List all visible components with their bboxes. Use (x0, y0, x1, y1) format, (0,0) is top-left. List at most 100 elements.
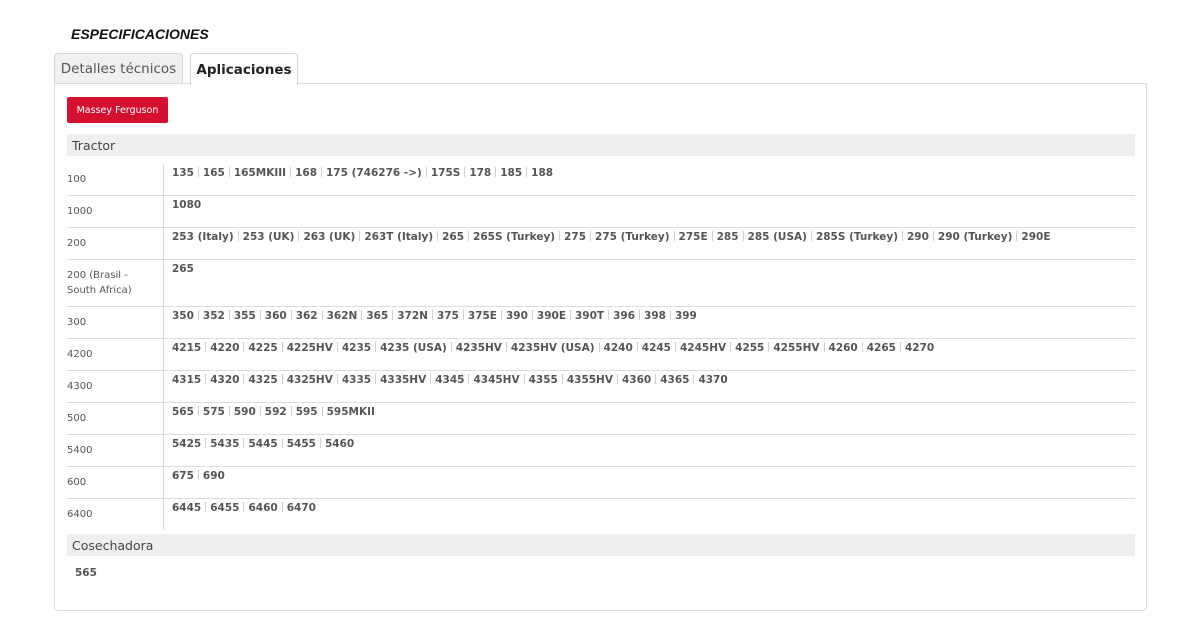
model-item: 4220 (210, 342, 240, 354)
model-item: 372N (397, 310, 428, 322)
model-item: 390 (505, 310, 528, 322)
model-item: 4245HV (680, 342, 727, 354)
model-item: 4325 (248, 374, 278, 386)
model-item: 168 (295, 167, 317, 179)
model-item: 6460 (248, 502, 278, 514)
model-item: 565 (75, 567, 97, 579)
model-item: 4235 (341, 342, 372, 354)
model-item: 4365 (660, 374, 690, 386)
model-item: 4355 (528, 374, 558, 386)
model-item: 6455 (210, 502, 240, 514)
table-row: 4200 4215 4220 4225 4225HV 4235 4235 (USA) 4235… (67, 339, 1135, 371)
model-list: 1080 (164, 196, 1135, 227)
group-header-tractor: Tractor (67, 134, 1135, 156)
model-list: 675 690 (164, 467, 1135, 498)
series-label: 200 (Brasil - South Africa) (67, 260, 164, 306)
model-list: 565 575 590 592 595 595MKII (164, 403, 1135, 434)
model-list: 4315 4320 4325 4325HV 4335 4335HV 4345 4345HV 43… (164, 371, 1135, 402)
model-item: 4215 (172, 342, 202, 354)
model-item: 253 (UK) (242, 231, 295, 243)
model-item: 360 (264, 310, 287, 322)
model-item: 165MKIII (233, 167, 287, 179)
model-item: 4240 (603, 342, 633, 354)
table-row: 1000 1080 (67, 196, 1135, 228)
model-item: 4315 (172, 374, 202, 386)
brand-filter-button[interactable]: Massey Ferguson (67, 97, 168, 123)
series-label: 500 (67, 403, 164, 434)
model-item: 4320 (210, 374, 240, 386)
model-list: 265 (164, 260, 1135, 306)
cosechadora-model-list: 565 (75, 567, 101, 579)
model-item: 4255 (735, 342, 765, 354)
series-label: 600 (67, 467, 164, 498)
model-item: 285 (USA) (747, 231, 807, 243)
model-item: 4235 (USA) (380, 342, 447, 354)
table-row: 4300 4315 4320 4325 4325HV 4335 4335HV 4345 4345… (67, 371, 1135, 403)
model-item: 4225 (248, 342, 278, 354)
model-item: 263T (Italy) (364, 231, 434, 243)
model-item: 285S (Turkey) (815, 231, 898, 243)
model-item: 4270 (904, 342, 935, 354)
model-item: 4345 (435, 374, 465, 386)
model-item: 275 (Turkey) (595, 231, 670, 243)
tab-detalles-tecnicos[interactable]: Detalles técnicos (54, 53, 183, 83)
model-item: 275 (564, 231, 587, 243)
model-item: 5435 (210, 438, 240, 450)
series-label: 4300 (67, 371, 164, 402)
model-item: 265S (Turkey) (473, 231, 556, 243)
model-item: 590 (233, 406, 256, 418)
model-item: 592 (264, 406, 287, 418)
model-list: 253 (Italy) 253 (UK) 263 (UK) 263T (Italy) 2… (164, 228, 1135, 259)
model-list: 350 352 355 360 362 362N 365 372N 375 375E 390 390E… (164, 307, 1135, 338)
model-item: 595 (295, 406, 318, 418)
model-item: 595MKII (326, 406, 375, 418)
model-item: 1080 (172, 199, 202, 211)
model-item: 4235HV (455, 342, 502, 354)
model-item: 399 (674, 310, 697, 322)
series-label: 200 (67, 228, 164, 259)
model-item: 4370 (698, 374, 728, 386)
model-item: 375E (467, 310, 497, 322)
model-item: 265 (172, 263, 194, 275)
series-label: 300 (67, 307, 164, 338)
model-item: 355 (233, 310, 256, 322)
series-label: 1000 (67, 196, 164, 227)
model-item: 5425 (172, 438, 202, 450)
model-item: 4260 (828, 342, 858, 354)
table-row: 200 (Brasil - South Africa) 265 (67, 260, 1135, 307)
model-item: 390E (536, 310, 566, 322)
series-label: 100 (67, 164, 164, 195)
model-item: 4245 (641, 342, 671, 354)
model-item: 285 (716, 231, 739, 243)
model-item: 175 (746276 ->) (326, 167, 422, 179)
model-list: 135 165 165MKIII 168 175 (746276 ->) 175S 178 1… (164, 164, 1135, 195)
model-item: 362N (326, 310, 358, 322)
model-item: 4355HV (566, 374, 613, 386)
model-item: 265 (442, 231, 465, 243)
table-row: 500 565 575 590 592 595 595MKII (67, 403, 1135, 435)
model-item: 4335HV (380, 374, 427, 386)
section-title: ESPECIFICACIONES (71, 26, 209, 42)
model-item: 253 (Italy) (172, 231, 234, 243)
table-row: 200 253 (Italy) 253 (UK) 263 (UK) 263T (Ital… (67, 228, 1135, 260)
model-item: 4325HV (286, 374, 333, 386)
applications-table: 100 135 165 165MKIII 168 175 (746276 ->) 175S 1… (67, 164, 1135, 530)
model-item: 375 (436, 310, 459, 322)
tab-aplicaciones[interactable]: Aplicaciones (190, 53, 298, 85)
model-item: 275E (678, 231, 708, 243)
model-list: 4215 4220 4225 4225HV 4235 4235 (USA) 4235HV 42… (164, 339, 1135, 370)
model-item: 6445 (172, 502, 202, 514)
series-label: 6400 (67, 499, 164, 530)
model-item: 188 (531, 167, 554, 179)
table-row: 600 675 690 (67, 467, 1135, 499)
model-item: 290 (Turkey) (937, 231, 1013, 243)
model-item: 4235HV (USA) (510, 342, 595, 354)
model-item: 398 (644, 310, 666, 322)
model-list: 6445 6455 6460 6470 (164, 499, 1135, 530)
model-item: 165 (202, 167, 225, 179)
model-item: 290 (907, 231, 929, 243)
model-item: 135 (172, 167, 194, 179)
model-item: 185 (500, 167, 523, 179)
model-item: 352 (202, 310, 225, 322)
series-label: 5400 (67, 435, 164, 466)
